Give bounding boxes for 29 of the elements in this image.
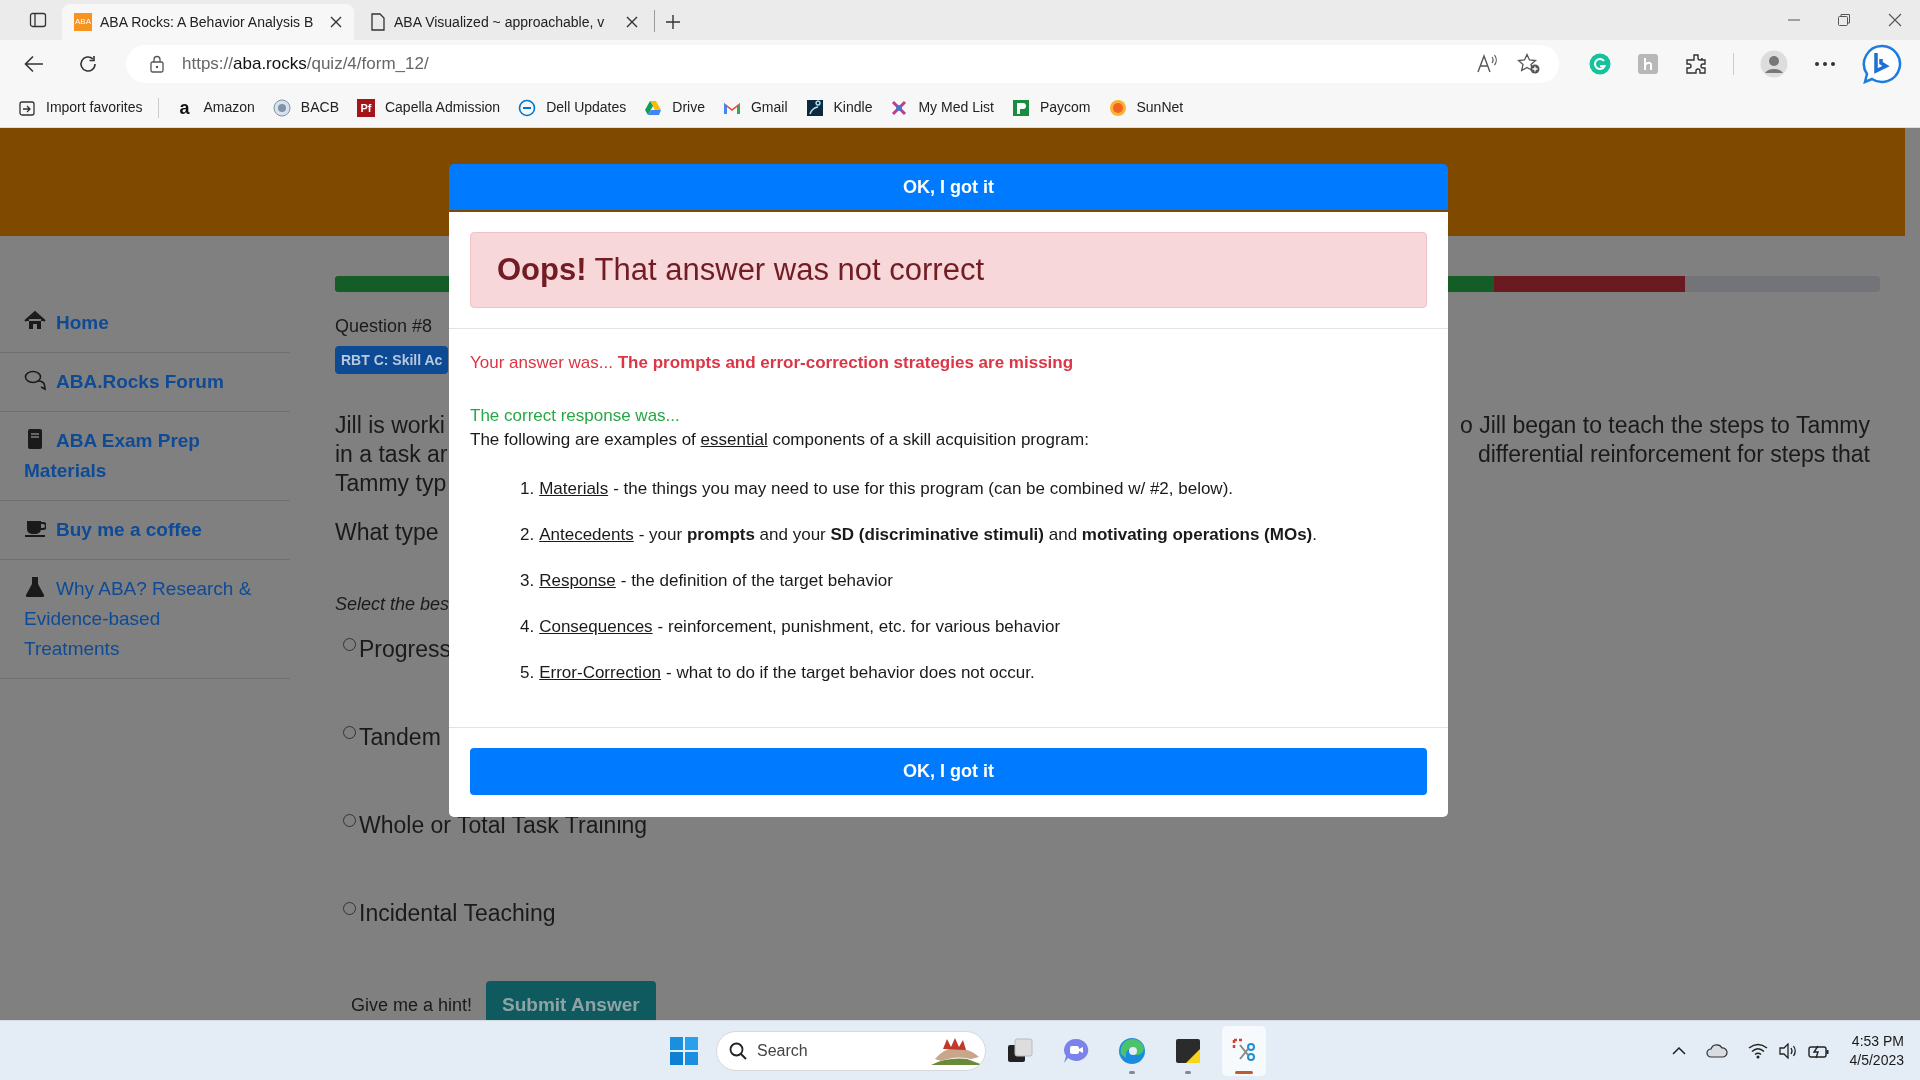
list-number: 1.: [520, 478, 535, 500]
tab-title: ABA Visualized ~ approachable, v: [394, 12, 606, 32]
question-number: Question #8: [335, 315, 434, 338]
list-number: 5.: [520, 662, 535, 684]
intro-text: The following are examples of essential components of a skill acquisition program:: [470, 429, 1090, 451]
url-text: https://aba.rocks/quiz/4/form_12/: [182, 53, 430, 76]
your-answer-text: Your answer was... The prompts and error-correction strategies are missing: [470, 352, 1075, 374]
question-text: in a task ar: [335, 440, 448, 469]
list-number: 3.: [520, 570, 535, 592]
term-definition: - what to do if the target behavior does not occur.: [666, 662, 1035, 684]
amazon-icon: a: [175, 98, 194, 117]
tab-title: ABA Rocks: A Behavior Analysis B: [100, 12, 315, 32]
capella-icon: Pf: [356, 98, 375, 117]
list-number: 2.: [520, 524, 535, 546]
term-definition: - the things you may need to use for this program (can be combined w/ #2, below).: [613, 478, 1234, 500]
list-number: 4.: [520, 616, 535, 638]
favicon: ABA: [74, 13, 92, 31]
category-badge: RBT C: Skill Ac: [335, 346, 449, 374]
question-text: Jill is worki: [335, 411, 445, 440]
term-definition: - your prompts and your SD (discriminative stimuli) and motivating operations (MOs).: [638, 524, 1317, 546]
question-text: Tammy typ: [335, 469, 447, 498]
term-definition: - reinforcement, punishment, etc. for various behavior: [657, 616, 1061, 638]
question-text: differential reinforcement for steps that: [1477, 440, 1870, 469]
correct-label: The correct response was...: [470, 405, 681, 427]
error-alert: Oops! That answer was not correct: [470, 232, 1427, 308]
instruction-text: Select the bes: [335, 593, 450, 616]
question-prompt: What type: [335, 518, 439, 547]
term-definition: - the definition of the target behavior: [620, 570, 893, 592]
question-text: o Jill began to teach the steps to Tammy: [1460, 411, 1870, 440]
